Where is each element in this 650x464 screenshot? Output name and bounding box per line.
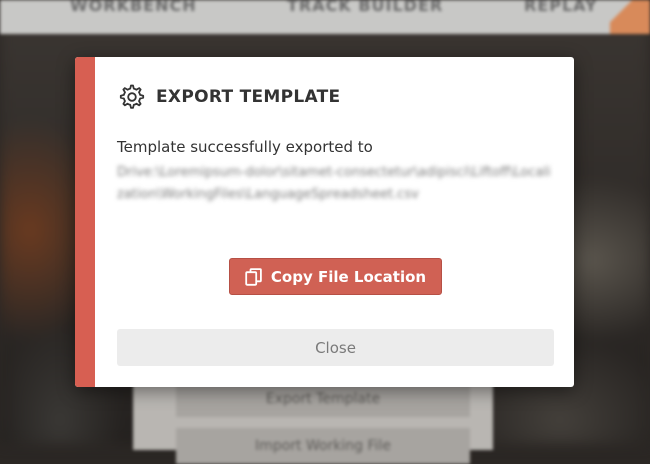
dialog-accent-bar xyxy=(75,57,95,387)
dialog-header: EXPORT TEMPLATE xyxy=(117,82,340,112)
nav-tab-workbench: WORKBENCH xyxy=(70,0,197,15)
nav-tab-track-builder: TRACK BUILDER xyxy=(287,0,444,15)
nav-accent-corner xyxy=(610,0,650,34)
top-navigation: WORKBENCH TRACK BUILDER REPLAY xyxy=(0,0,650,34)
close-button-label: Close xyxy=(315,338,356,357)
export-file-path: Drive:\Loremipsum-dolor\sitamet-consecte… xyxy=(117,165,551,202)
copy-icon xyxy=(245,267,262,286)
export-template-dialog: EXPORT TEMPLATE Template successfully ex… xyxy=(75,57,574,387)
gear-icon xyxy=(119,84,145,109)
background-import-file-button: Import Working File xyxy=(176,428,470,464)
close-button[interactable]: Close xyxy=(117,329,554,366)
dialog-title: EXPORT TEMPLATE xyxy=(156,87,341,107)
export-success-message: Template successfully exported to xyxy=(117,138,373,156)
nav-tab-replay: REPLAY xyxy=(524,0,598,15)
copy-file-location-label: Copy File Location xyxy=(270,267,427,286)
copy-file-location-button[interactable]: Copy File Location xyxy=(229,258,442,295)
